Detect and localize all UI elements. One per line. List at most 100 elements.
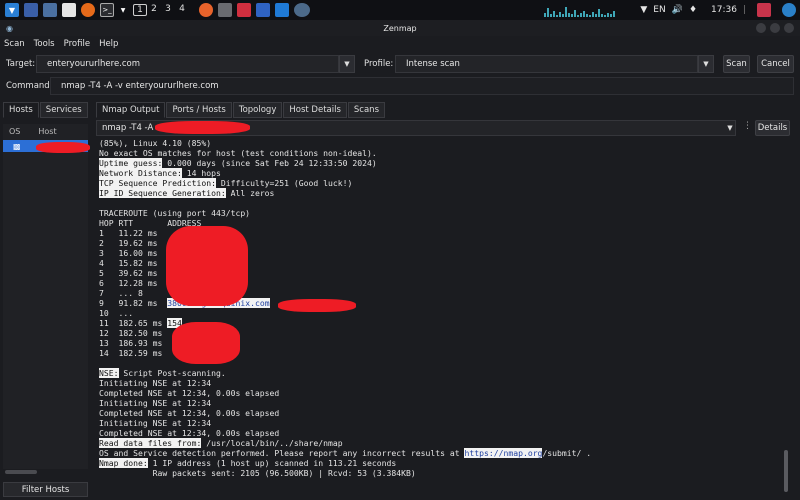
ipid-value: All zeros	[225, 188, 275, 198]
tab-hosts[interactable]: Hosts	[3, 102, 39, 118]
drag-handle-icon[interactable]: ⋮	[743, 121, 752, 131]
tab-host-details[interactable]: Host Details	[283, 102, 347, 118]
profile-value: Intense scan	[406, 59, 460, 69]
read-data-value: /usr/local/bin/../share/nmap	[201, 438, 343, 448]
scan-button[interactable]: Scan	[723, 55, 750, 73]
menu-profile[interactable]: Profile	[64, 39, 90, 49]
clock[interactable]: 17:36	[711, 5, 737, 15]
nse-line: Initiating NSE at 12:34	[99, 418, 212, 428]
nmap-org-link[interactable]: https://nmap.org	[464, 448, 543, 458]
volume-icon[interactable]: 🔊	[672, 5, 683, 15]
zenmap-task-icon[interactable]	[294, 3, 310, 17]
nmap-done-value: 1 IP address (1 host up) scanned in 113.…	[147, 458, 397, 468]
column-host[interactable]: Host	[38, 127, 56, 136]
nse-line: Initiating NSE at 12:34	[99, 398, 212, 408]
redaction-mark	[36, 142, 90, 153]
redaction-mark	[278, 299, 356, 312]
file-manager-icon[interactable]	[43, 3, 57, 17]
nse-line: Completed NSE at 12:34, 0.00s elapsed	[99, 408, 280, 418]
command-history-dropdown[interactable]: ▼	[722, 120, 738, 136]
ipid-label: IP ID Sequence Generation:	[99, 188, 226, 198]
uptime-value: 0.000 days (since Sat Feb 24 12:33:50 20…	[162, 158, 377, 168]
profile-select[interactable]: Intense scan	[395, 55, 698, 73]
network-icon[interactable]: ▼	[640, 5, 647, 15]
separator-icon: |	[742, 5, 746, 15]
nse-label: NSE:	[99, 368, 119, 378]
os-icon: ▩	[13, 141, 21, 151]
workspace-4[interactable]: 4	[175, 4, 189, 16]
burp-icon[interactable]	[199, 3, 213, 17]
workspace-switcher[interactable]: 1 2 3 4	[133, 4, 189, 16]
tcp-sequence-value: Difficulty=251 (Good luck!)	[215, 178, 353, 188]
target-label: Target:	[6, 59, 36, 69]
output-scrollbar[interactable]	[784, 450, 788, 492]
app-red-icon[interactable]	[237, 3, 251, 17]
workspace-2[interactable]: 2	[147, 4, 161, 16]
host-list: OS Host ▩	[3, 124, 88, 469]
text-editor-icon[interactable]	[62, 3, 76, 17]
tab-topology[interactable]: Topology	[232, 102, 283, 118]
hop-line: 11 182.65 ms	[99, 318, 168, 328]
filter-hosts-button[interactable]: Filter Hosts	[3, 482, 88, 497]
minimize-button[interactable]	[756, 23, 766, 33]
zenmap-logo-icon: ◉	[6, 24, 13, 33]
hosts-panel: Hosts Services OS Host ▩ Filter Hosts	[3, 102, 88, 497]
hop-line: 9 91.82 ms	[99, 298, 168, 308]
network-distance-label: Network Distance:	[99, 168, 182, 178]
power-icon[interactable]	[782, 3, 796, 17]
output-tabs: Nmap Output Ports / Hosts Topology Host …	[96, 102, 386, 118]
command-input[interactable]: nmap -T4 -A -v enteryoururlhere.com	[50, 77, 794, 95]
nmap-output-text[interactable]: (85%), Linux 4.10 (85%) No exact OS match…	[96, 138, 782, 492]
column-os[interactable]: OS	[9, 127, 20, 136]
profile-dropdown-button[interactable]: ▼	[698, 55, 714, 73]
notification-icon[interactable]: ♦	[689, 5, 697, 15]
chevron-down-icon[interactable]: ▼	[119, 3, 127, 17]
keyboard-language[interactable]: EN	[653, 5, 665, 15]
cancel-button[interactable]: Cancel	[757, 55, 794, 73]
tab-nmap-output[interactable]: Nmap Output	[96, 102, 166, 118]
terminal-icon[interactable]: >_	[100, 3, 114, 17]
workspace-1[interactable]: 1	[133, 4, 147, 16]
app-badge-icon[interactable]	[218, 3, 232, 17]
read-data-label: Read data files from:	[99, 438, 202, 448]
menu-tools[interactable]: Tools	[34, 39, 55, 49]
menu-bar: Scan Tools Profile Help	[0, 36, 800, 52]
tab-ports-hosts[interactable]: Ports / Hosts	[166, 102, 232, 118]
tab-scans[interactable]: Scans	[347, 102, 385, 118]
workspace-3[interactable]: 3	[161, 4, 175, 16]
network-distance-value: 14 hops	[181, 168, 221, 178]
app-blue-icon[interactable]	[256, 3, 270, 17]
lock-icon[interactable]	[757, 3, 771, 17]
menu-scan[interactable]: Scan	[4, 39, 25, 49]
traceroute-title: TRACEROUTE (using port 443/tcp)	[99, 208, 251, 218]
window-title: Zenmap	[383, 23, 417, 33]
tab-services[interactable]: Services	[39, 102, 88, 118]
close-button[interactable]	[784, 23, 794, 33]
redaction-mark	[166, 226, 248, 306]
firefox-icon[interactable]	[81, 3, 95, 17]
nmap-done-label: Nmap done:	[99, 458, 148, 468]
cpu-graph	[544, 3, 626, 17]
hop-line: 10 ...	[99, 308, 134, 318]
desktop-icon[interactable]	[24, 3, 38, 17]
target-input[interactable]: enteryoururlhere.com	[36, 55, 339, 73]
target-dropdown-button[interactable]: ▼	[339, 55, 355, 73]
host-list-header: OS Host	[3, 124, 88, 139]
command-label: Command:	[6, 81, 53, 91]
system-tray: ▼ EN 🔊 ♦ 17:36 |	[544, 0, 796, 20]
nse-value: Script Post-scanning.	[118, 368, 226, 378]
host-list-scrollbar[interactable]	[5, 470, 37, 474]
window-titlebar: ◉ Zenmap	[0, 20, 800, 36]
taskbar: ▼ >_ ▼ 1 2 3 4 ▼ EN 🔊 ♦ 17:36 |	[0, 0, 800, 20]
details-button[interactable]: Details	[755, 120, 790, 136]
output-line: (85%), Linux 4.10 (85%)	[99, 138, 212, 148]
output-line: No exact OS matches for host (test condi…	[99, 148, 377, 158]
raw-packets-line: Raw packets sent: 2105 (96.500KB) | Rcvd…	[99, 468, 416, 478]
redaction-mark	[172, 322, 240, 364]
tcp-sequence-label: TCP Sequence Prediction:	[99, 178, 216, 188]
vscode-icon[interactable]	[275, 3, 289, 17]
menu-help[interactable]: Help	[99, 39, 118, 49]
app-launcher-icon[interactable]: ▼	[5, 3, 19, 17]
maximize-button[interactable]	[770, 23, 780, 33]
os-detection-text: OS and Service detection performed. Plea…	[99, 448, 465, 458]
